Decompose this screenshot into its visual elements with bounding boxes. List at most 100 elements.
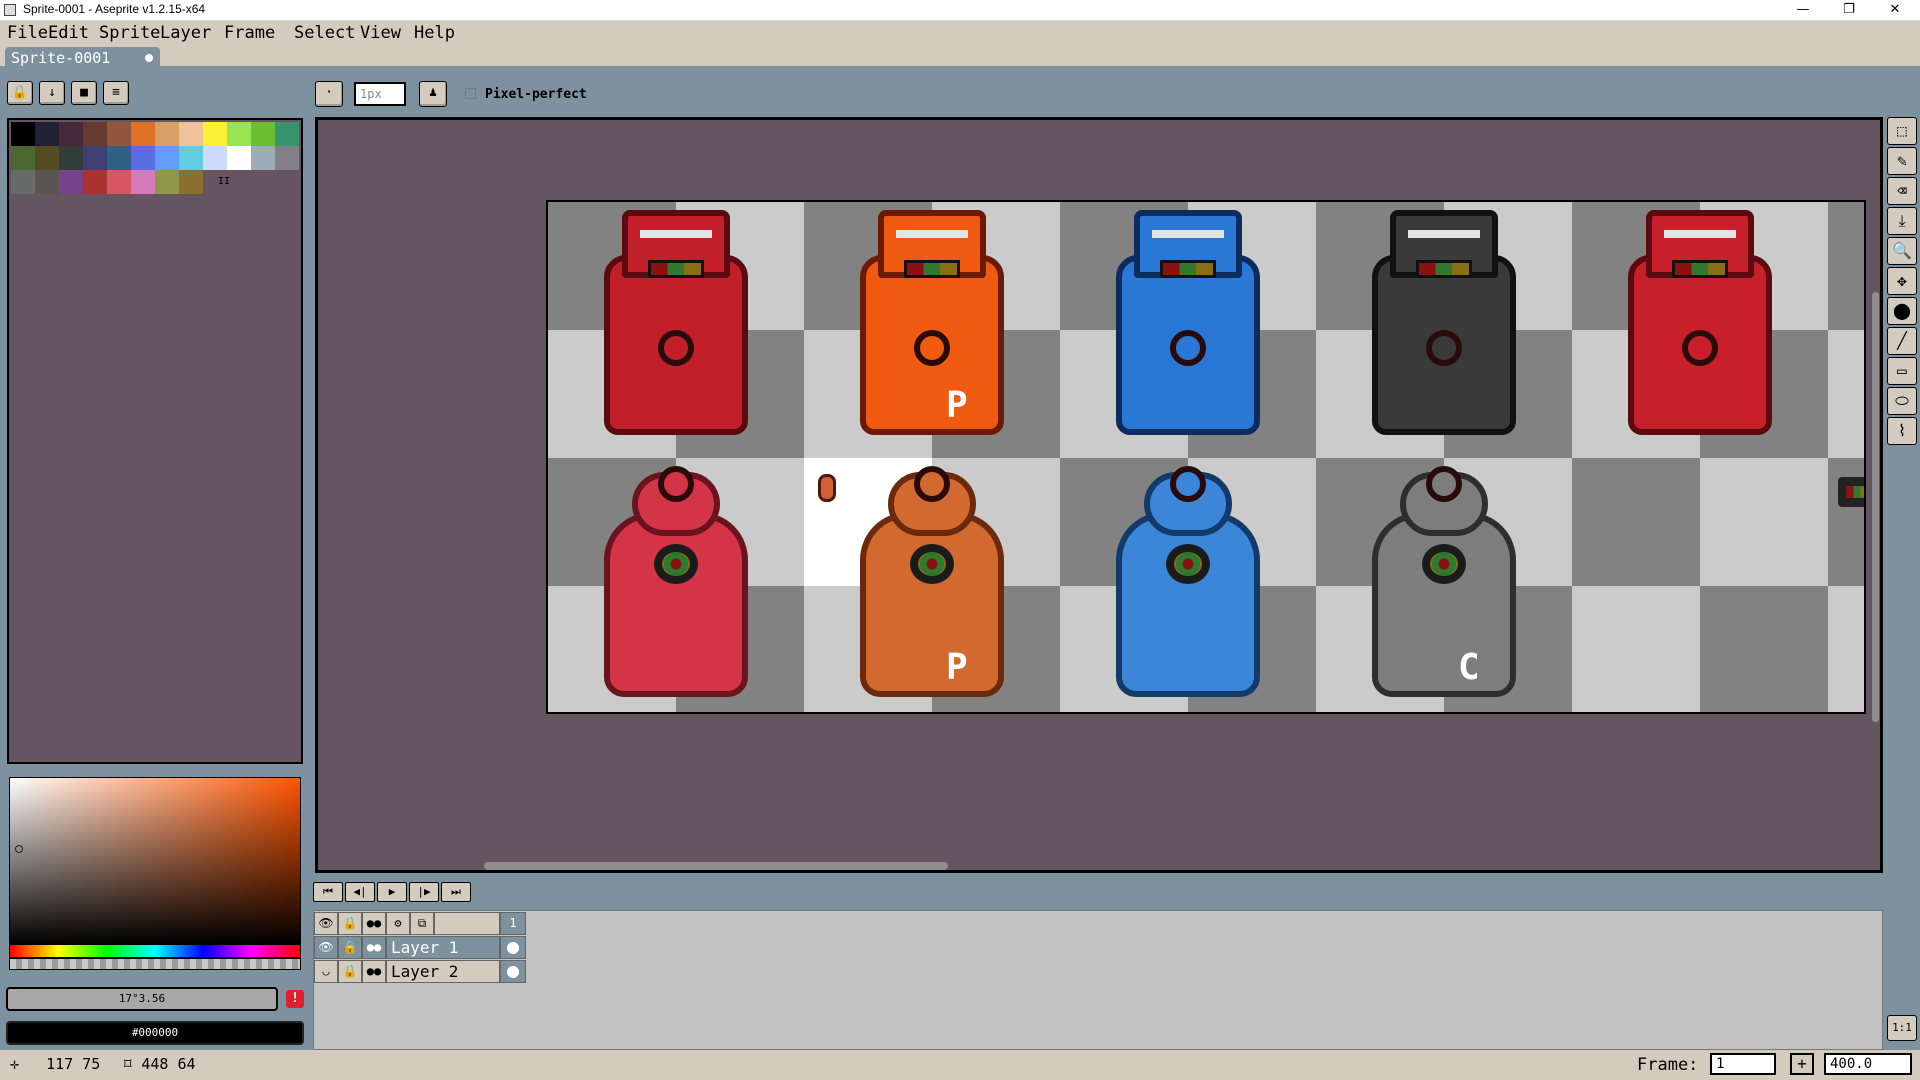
- palette-swatch[interactable]: [35, 146, 59, 170]
- layer-name[interactable]: Layer 2: [386, 960, 500, 983]
- eraser-icon[interactable]: ⌫: [1887, 177, 1917, 205]
- palette-swatch[interactable]: [131, 146, 155, 170]
- palette-swatch[interactable]: [227, 122, 251, 146]
- color-hsv-field[interactable]: 17°3.56: [6, 987, 278, 1011]
- palette-swatch[interactable]: [59, 122, 83, 146]
- one-to-one-zoom-button[interactable]: 1:1: [1887, 1015, 1917, 1041]
- minimize-button[interactable]: —: [1780, 0, 1826, 21]
- continuous-icon[interactable]: ●●: [362, 912, 386, 935]
- layer-row[interactable]: ◡ 🔒 ●● Layer 2: [314, 960, 528, 983]
- sprite-editor[interactable]: P PC ✛: [315, 117, 1883, 939]
- menu-edit[interactable]: Edit: [48, 23, 89, 43]
- menu-help[interactable]: Help: [414, 23, 455, 43]
- next-frame-button[interactable]: |▶: [409, 882, 439, 902]
- palette-swatch[interactable]: [107, 146, 131, 170]
- palette-swatch[interactable]: [107, 170, 131, 194]
- play-button[interactable]: ▶: [377, 882, 407, 902]
- palette-swatch[interactable]: [227, 146, 251, 170]
- palette-resize-handle[interactable]: II: [218, 176, 230, 187]
- palette-swatch[interactable]: [83, 146, 107, 170]
- first-frame-button[interactable]: ⏮: [313, 882, 343, 902]
- layer-row[interactable]: 👁 🔒 ●● Layer 1: [314, 936, 528, 959]
- menu-view[interactable]: View: [360, 23, 401, 43]
- sprite-canvas[interactable]: P P C: [546, 200, 1866, 714]
- layer-visibility-icon[interactable]: ◡: [314, 960, 338, 983]
- palette-swatch[interactable]: [83, 122, 107, 146]
- last-frame-button[interactable]: ⏭: [441, 882, 471, 902]
- previous-frame-button[interactable]: ◀|: [345, 882, 375, 902]
- pixel-perfect-checkbox[interactable]: [465, 88, 476, 99]
- palette-swatch[interactable]: [59, 170, 83, 194]
- line-icon[interactable]: ╱: [1887, 327, 1917, 355]
- horizontal-scrollbar[interactable]: [484, 862, 948, 870]
- maximize-button[interactable]: ❐: [1826, 0, 1872, 21]
- palette-swatch[interactable]: [11, 170, 35, 194]
- frame-header-1[interactable]: 1: [500, 912, 526, 935]
- cel-frame-1[interactable]: [500, 936, 526, 959]
- paint-bucket-icon[interactable]: ⬤: [1887, 297, 1917, 325]
- layer-lock-icon[interactable]: 🔒: [338, 936, 362, 959]
- palette-swatch[interactable]: [11, 122, 35, 146]
- eyedropper-icon[interactable]: ⤓: [1887, 207, 1917, 235]
- frame-input[interactable]: 1: [1710, 1053, 1776, 1075]
- eye-icon[interactable]: 👁: [314, 912, 338, 935]
- palette-swatch[interactable]: [107, 122, 131, 146]
- menu-layer[interactable]: Layer: [160, 23, 211, 43]
- ink-type-button[interactable]: ♟: [419, 81, 447, 107]
- palette-swatch[interactable]: [179, 146, 203, 170]
- menu-frame[interactable]: Frame: [224, 23, 275, 43]
- sort-palette-button[interactable]: ↓: [39, 81, 65, 105]
- palette-swatch[interactable]: [59, 146, 83, 170]
- cel-frame-1[interactable]: [500, 960, 526, 983]
- rectangle-icon[interactable]: ▭: [1887, 357, 1917, 385]
- menu-select[interactable]: Select: [294, 23, 355, 43]
- pencil-icon[interactable]: ✎: [1887, 147, 1917, 175]
- saturation-value-picker[interactable]: [9, 777, 301, 945]
- menu-file[interactable]: File: [7, 23, 48, 43]
- close-button[interactable]: ✕: [1872, 0, 1918, 21]
- add-frame-button[interactable]: +: [1790, 1053, 1814, 1075]
- color-hex-field[interactable]: #000000: [6, 1021, 304, 1045]
- layer-continuous-icon[interactable]: ●●: [362, 936, 386, 959]
- layer-name[interactable]: Layer 1: [386, 936, 500, 959]
- ellipse-icon[interactable]: ⬭: [1887, 387, 1917, 415]
- palette-swatch[interactable]: [155, 170, 179, 194]
- alpha-slider[interactable]: [9, 958, 301, 970]
- palette-swatch[interactable]: [155, 146, 179, 170]
- hue-slider[interactable]: [9, 944, 301, 958]
- lock-palette-button[interactable]: 🔒: [7, 81, 33, 105]
- warning-icon[interactable]: !: [286, 990, 304, 1008]
- palette-swatch[interactable]: [203, 146, 227, 170]
- rectangle-marquee-icon[interactable]: ⬚: [1887, 117, 1917, 145]
- palette-swatch[interactable]: [179, 170, 203, 194]
- palette-swatch[interactable]: [203, 122, 227, 146]
- palette-preset-button[interactable]: ■: [71, 81, 97, 105]
- palette-swatch[interactable]: [83, 170, 107, 194]
- zoom-input[interactable]: 400.0: [1824, 1053, 1912, 1075]
- move-icon[interactable]: ✥: [1887, 267, 1917, 295]
- layer-lock-icon[interactable]: 🔒: [338, 960, 362, 983]
- layer-options-icon[interactable]: ⚙: [386, 912, 410, 935]
- palette-swatch[interactable]: [35, 170, 59, 194]
- layer-visibility-icon[interactable]: 👁: [314, 936, 338, 959]
- palette-swatch[interactable]: [179, 122, 203, 146]
- onion-skin-icon[interactable]: ⧉: [410, 912, 434, 935]
- palette-swatch[interactable]: [11, 146, 35, 170]
- brush-type-button[interactable]: ·: [315, 81, 343, 107]
- palette-options-button[interactable]: ≡: [103, 81, 129, 105]
- spray-icon[interactable]: ⌇: [1887, 417, 1917, 445]
- palette-swatch[interactable]: [35, 122, 59, 146]
- palette-swatch[interactable]: [131, 122, 155, 146]
- lock-icon[interactable]: 🔒: [338, 912, 362, 935]
- tab-sprite-0001[interactable]: Sprite-0001: [5, 47, 160, 69]
- palette-swatch[interactable]: [155, 122, 179, 146]
- palette-swatch[interactable]: [251, 122, 275, 146]
- palette-swatch[interactable]: [275, 122, 299, 146]
- palette-swatch[interactable]: [251, 146, 275, 170]
- vertical-scrollbar[interactable]: [1872, 292, 1879, 722]
- zoom-icon[interactable]: 🔍: [1887, 237, 1917, 265]
- sv-cursor[interactable]: [15, 845, 23, 853]
- palette-swatch[interactable]: [275, 146, 299, 170]
- menu-sprite[interactable]: Sprite: [99, 23, 160, 43]
- palette-swatch[interactable]: [131, 170, 155, 194]
